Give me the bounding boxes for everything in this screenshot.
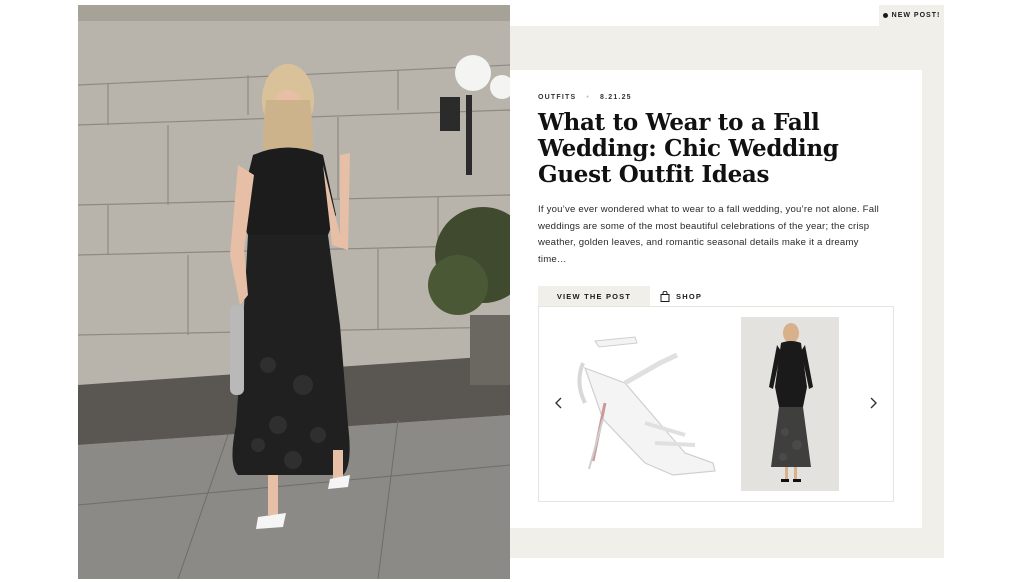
product-item-shoe[interactable] [565, 323, 721, 483]
post-title[interactable]: What to Wear to a Fall Wedding: Chic Wed… [538, 110, 858, 188]
meta-separator-icon: • [586, 94, 590, 101]
product-carousel [538, 306, 894, 502]
new-post-label: NEW POST! [891, 12, 941, 19]
shop-link[interactable]: SHOP [660, 288, 702, 304]
post-date: 8.21.25 [600, 94, 632, 101]
post-card: OUTFITS • 8.21.25 What to Wear to a Fall… [510, 70, 922, 528]
chevron-right-icon [870, 397, 877, 409]
post-category-link[interactable]: OUTFITS [538, 94, 576, 101]
product-item-dress[interactable] [741, 317, 839, 491]
view-the-post-button[interactable]: VIEW THE POST [538, 286, 650, 306]
shopping-bag-icon [660, 290, 670, 302]
shop-label: SHOP [676, 291, 703, 301]
chevron-left-icon [555, 397, 562, 409]
new-post-badge: NEW POST! [879, 5, 944, 26]
outfit-photo-illustration [78, 5, 510, 579]
black-lace-maxi-dress [741, 317, 839, 491]
post-excerpt: If you’ve ever wondered what to wear to … [538, 204, 879, 265]
bullet-dot-icon [882, 13, 888, 18]
white-strappy-heel-sandal [577, 336, 716, 476]
carousel-next-button[interactable] [863, 393, 883, 413]
hero-photo[interactable] [78, 5, 510, 579]
post-meta: OUTFITS • 8.21.25 [538, 94, 632, 101]
